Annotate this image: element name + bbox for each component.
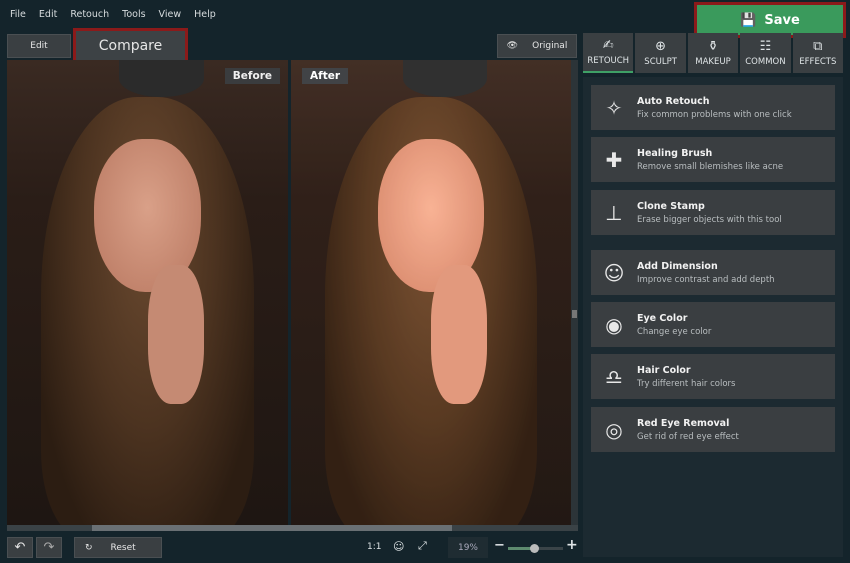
- tool-red-eye-removal[interactable]: ◎ Red Eye Removal Get rid of red eye effec…: [591, 407, 835, 452]
- tab-label: RETOUCH: [587, 55, 630, 66]
- tool-title: Healing Brush: [637, 147, 713, 159]
- horizontal-scrollbar[interactable]: [7, 525, 578, 531]
- tab-label: SCULPT: [644, 56, 677, 67]
- tool-tabs: ✍ RETOUCH ⊕ SCULPT ⚱ MAKEUP ☷ COMMON ⧉ EFFECTS: [583, 33, 844, 73]
- tool-title: Hair Color: [637, 364, 691, 376]
- tab-retouch[interactable]: ✍ RETOUCH: [583, 33, 634, 73]
- tool-title: Clone Stamp: [637, 200, 705, 212]
- red-eye-removal-icon: ◎: [605, 417, 623, 442]
- zoom-out-button[interactable]: −: [494, 538, 505, 553]
- tool-hair-color[interactable]: ♎ Hair Color Try different hair colors: [591, 354, 835, 399]
- tab-label: EFFECTS: [799, 56, 837, 67]
- tool-description: Get rid of red eye effect: [637, 431, 739, 442]
- add-dimension-icon: ☺: [603, 260, 625, 285]
- after-label: After: [302, 68, 349, 84]
- actual-size-button[interactable]: 1:1: [367, 542, 381, 552]
- tool-clone-stamp[interactable]: ⊥ Clone Stamp Erase bigger objects with th…: [591, 190, 835, 235]
- tool-add-dimension[interactable]: ☺ Add Dimension Improve contrast and add d…: [591, 250, 835, 295]
- portrait-icon[interactable]: ☺: [393, 540, 404, 553]
- menu-edit[interactable]: Edit: [39, 9, 57, 20]
- before-image: Before: [7, 60, 288, 525]
- reset-icon: ↻: [85, 542, 93, 553]
- retouch-icon: ✍: [602, 37, 614, 53]
- redo-icon: ↷: [43, 540, 55, 555]
- tool-title: Eye Color: [637, 312, 688, 324]
- redo-button[interactable]: ↷: [36, 537, 62, 558]
- hair-color-icon: ♎: [605, 364, 623, 389]
- after-image: After: [291, 60, 571, 525]
- menu-file[interactable]: File: [10, 9, 26, 20]
- menu-retouch[interactable]: Retouch: [70, 9, 109, 20]
- tool-description: Change eye color: [637, 326, 712, 337]
- tool-healing-brush[interactable]: ✚ Healing Brush Remove small blemishes lik…: [591, 137, 835, 182]
- tool-title: Add Dimension: [637, 260, 718, 272]
- tool-description: Improve contrast and add depth: [637, 274, 775, 285]
- zoom-level[interactable]: 19%: [448, 537, 488, 558]
- zoom-slider[interactable]: [508, 544, 563, 553]
- undo-button[interactable]: ↶: [7, 537, 33, 558]
- tab-effects[interactable]: ⧉ EFFECTS: [792, 33, 844, 73]
- tool-auto-retouch[interactable]: ✧ Auto Retouch Fix common problems with on…: [591, 85, 835, 130]
- menu-tools[interactable]: Tools: [122, 9, 145, 20]
- tool-title: Red Eye Removal: [637, 417, 730, 429]
- makeup-icon: ⚱: [707, 38, 719, 54]
- tool-description: Remove small blemishes like acne: [637, 161, 784, 172]
- original-button[interactable]: 👁 Original: [497, 34, 577, 58]
- tool-description: Try different hair colors: [637, 378, 736, 389]
- tab-label: MAKEUP: [695, 56, 731, 67]
- eye-icon: 👁: [506, 41, 519, 51]
- clone-stamp-icon: ⊥: [605, 200, 623, 225]
- floppy-disk-icon: 💾: [740, 12, 757, 28]
- reset-button[interactable]: ↻ Reset: [74, 537, 162, 558]
- menu-view[interactable]: View: [159, 9, 182, 20]
- healing-brush-icon: ✚: [605, 147, 623, 172]
- tool-title: Auto Retouch: [637, 95, 710, 107]
- compare-mode-button[interactable]: Compare: [73, 28, 188, 64]
- tool-eye-color[interactable]: ◉ Eye Color Change eye color: [591, 302, 835, 347]
- tab-label: COMMON: [745, 56, 786, 67]
- edit-mode-button[interactable]: Edit: [7, 34, 71, 58]
- undo-icon: ↶: [14, 540, 26, 555]
- menu-bar: File Edit Retouch Tools View Help: [0, 0, 216, 28]
- menu-help[interactable]: Help: [194, 9, 216, 20]
- tab-makeup[interactable]: ⚱ MAKEUP: [687, 33, 739, 73]
- zoom-in-button[interactable]: +: [566, 537, 578, 553]
- sculpt-icon: ⊕: [655, 38, 667, 54]
- vertical-scrollbar[interactable]: [571, 60, 578, 525]
- tool-description: Erase bigger objects with this tool: [637, 214, 782, 225]
- common-icon: ☷: [759, 38, 772, 54]
- auto-retouch-icon: ✧: [605, 95, 623, 120]
- tab-sculpt[interactable]: ⊕ SCULPT: [635, 33, 686, 73]
- effects-icon: ⧉: [813, 38, 823, 54]
- tool-description: Fix common problems with one click: [637, 109, 792, 120]
- before-label: Before: [224, 68, 280, 84]
- eye-color-icon: ◉: [605, 312, 623, 337]
- tools-panel: ✧ Auto Retouch Fix common problems with on…: [583, 77, 843, 557]
- tab-common[interactable]: ☷ COMMON: [740, 33, 791, 73]
- fit-screen-icon[interactable]: ⤢: [418, 539, 427, 553]
